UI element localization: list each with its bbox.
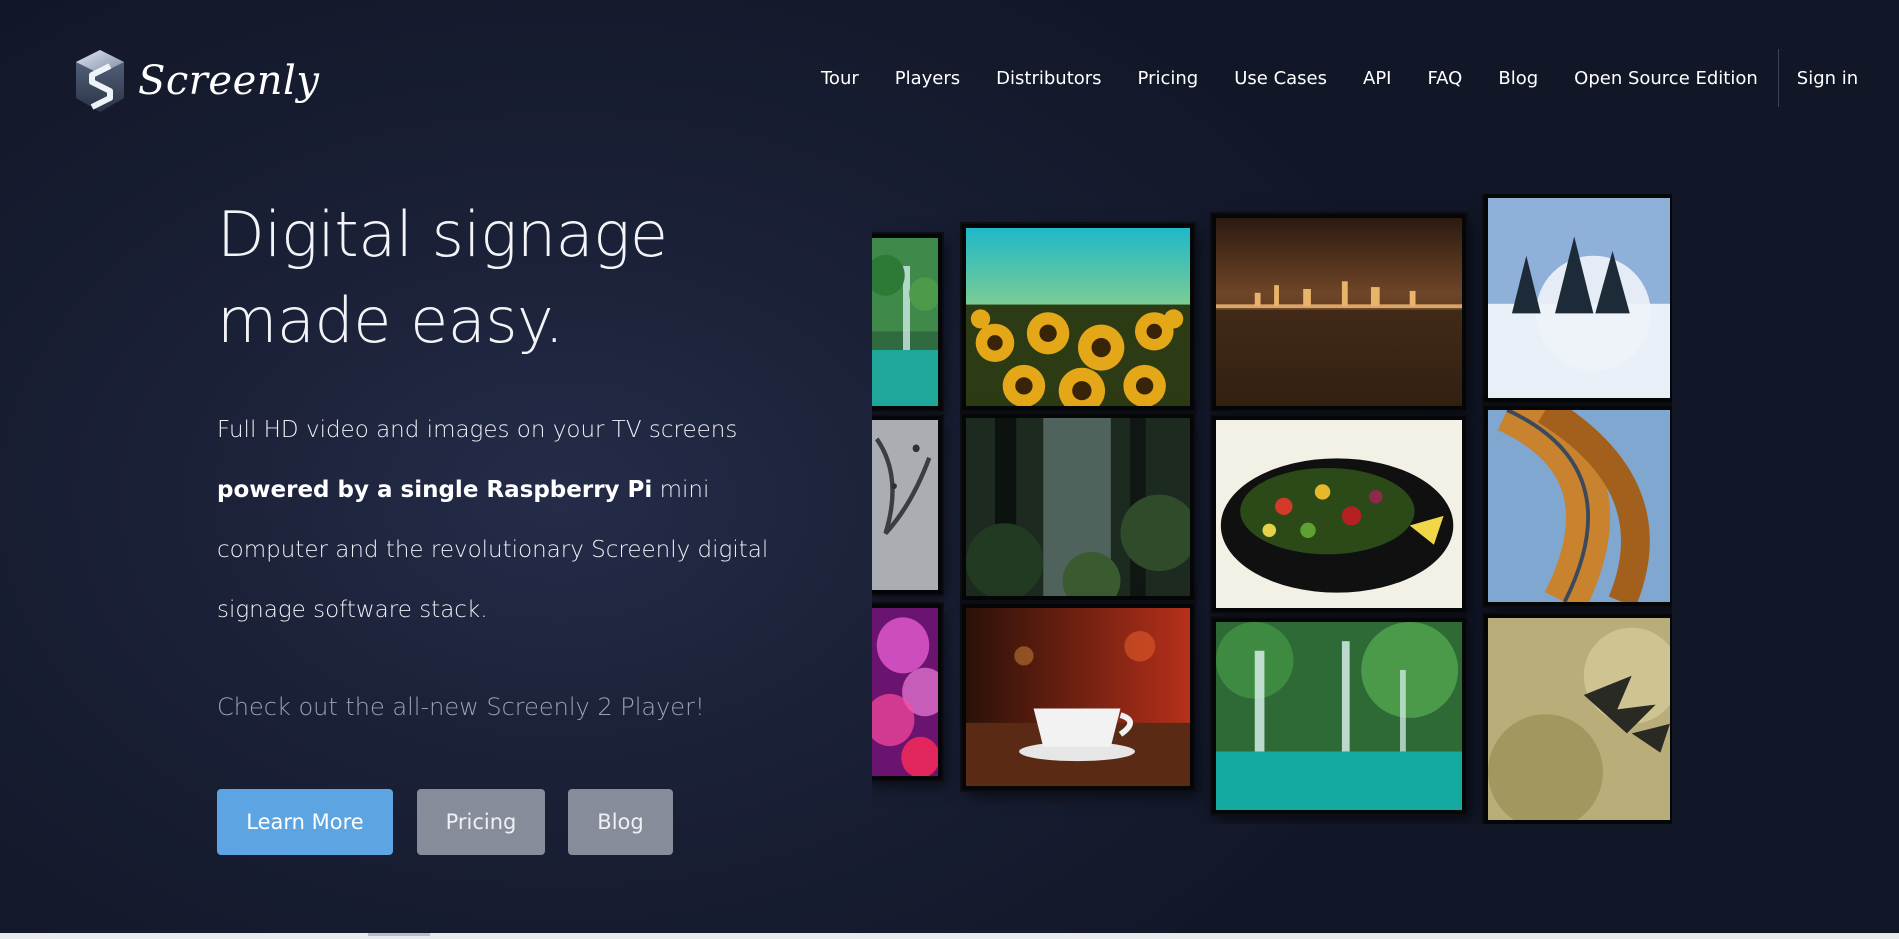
hero-headline-line1: Digital signage [217, 198, 668, 271]
scrollbar-thumb[interactable] [368, 933, 430, 936]
nav-pricing[interactable]: Pricing [1120, 68, 1217, 89]
screen-wall [872, 194, 1672, 824]
screen-tile-birds [1484, 614, 1672, 824]
screen-tile-splash [872, 416, 942, 594]
screenly-logo-icon [76, 50, 124, 112]
nav-sign-in[interactable]: Sign in [1779, 68, 1876, 89]
blog-button[interactable]: Blog [568, 789, 673, 855]
nav-players[interactable]: Players [877, 68, 978, 89]
nav-use-cases[interactable]: Use Cases [1216, 68, 1345, 89]
learn-more-button[interactable]: Learn More [217, 789, 393, 855]
screen-tile-waterfall [872, 234, 942, 410]
hero-lead: Full HD video and images on your TV scre… [217, 400, 827, 640]
horizontal-scrollbar[interactable] [0, 933, 1899, 939]
screen-tile-lagoon [1212, 618, 1466, 814]
screen-tile-salad [1212, 416, 1466, 612]
hero-headline-line2: made easy. [217, 284, 564, 357]
nav-faq[interactable]: FAQ [1409, 68, 1480, 89]
top-navigation: Tour Players Distributors Pricing Use Ca… [803, 49, 1876, 107]
screen-tile-forest [962, 414, 1194, 600]
screen-tile-skyline [1212, 214, 1466, 410]
screen-tile-bokeh [872, 604, 942, 780]
lead-text-1: Full HD video and images on your TV scre… [217, 417, 738, 443]
screen-tile-coffee [962, 604, 1194, 790]
nav-open-source-edition[interactable]: Open Source Edition [1556, 68, 1776, 89]
nav-api[interactable]: API [1345, 68, 1409, 89]
nav-distributors[interactable]: Distributors [978, 68, 1119, 89]
screen-tile-sunflowers [962, 224, 1194, 410]
screenly-2-player-link[interactable]: Check out the all-new Screenly 2 Player! [217, 693, 705, 721]
logo-link[interactable]: Screenly [72, 48, 319, 114]
hero-headline: Digital signage made easy. [217, 192, 668, 364]
nav-blog[interactable]: Blog [1480, 68, 1556, 89]
screen-tile-snow [1484, 194, 1672, 402]
screen-tile-staircase [1484, 406, 1672, 606]
nav-tour[interactable]: Tour [803, 68, 877, 89]
pricing-button[interactable]: Pricing [417, 789, 545, 855]
brand-name: Screenly [138, 58, 320, 104]
lead-bold-text: powered by a single Raspberry Pi [217, 477, 653, 503]
